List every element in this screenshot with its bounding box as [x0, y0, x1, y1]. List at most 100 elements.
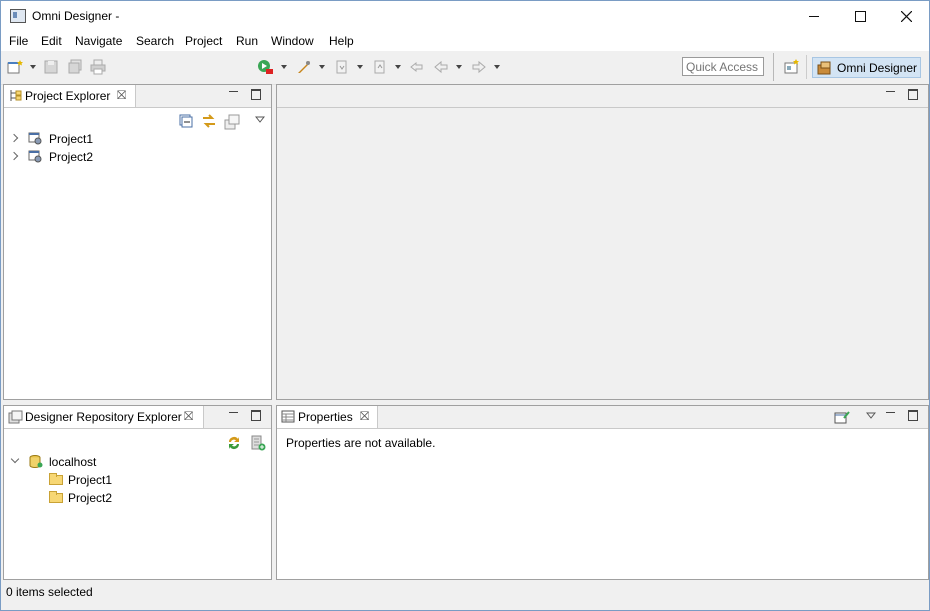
- quick-access-input[interactable]: [682, 57, 764, 76]
- minimize-view-icon[interactable]: [229, 91, 238, 92]
- project-explorer-icon: [10, 90, 22, 101]
- properties-panel: Properties ⛝ Properties are not availabl…: [276, 405, 929, 580]
- run-icon[interactable]: [257, 59, 273, 75]
- filter-icon[interactable]: [224, 114, 240, 130]
- forward-dropdown-icon[interactable]: [494, 65, 500, 69]
- deploy-icon[interactable]: [296, 59, 312, 75]
- title-bar: Omni Designer -: [1, 1, 929, 31]
- new-dropdown-icon[interactable]: [30, 65, 36, 69]
- editor-tabbar: [277, 85, 928, 108]
- menu-file[interactable]: File: [9, 34, 28, 48]
- maximize-view-icon[interactable]: [251, 89, 261, 100]
- deploy-dropdown-icon[interactable]: [319, 65, 325, 69]
- minimize-button[interactable]: [791, 1, 837, 31]
- maximize-view-icon[interactable]: [251, 410, 261, 421]
- menu-bar: File Edit Navigate Search Project Run Wi…: [1, 31, 929, 51]
- folder-icon: [49, 473, 63, 485]
- close-button[interactable]: [883, 1, 929, 31]
- editor-area: [276, 84, 929, 400]
- app-window: Omni Designer - File Edit Navigate Searc…: [0, 0, 930, 611]
- next-annotation-icon[interactable]: [334, 59, 350, 75]
- perspective-label: Omni Designer: [837, 61, 918, 75]
- tree-item-label: localhost: [49, 455, 97, 469]
- properties-message: Properties are not available.: [286, 436, 436, 450]
- back-icon[interactable]: [433, 59, 449, 75]
- back-dropdown-icon[interactable]: [456, 65, 462, 69]
- toolbar-separator: [773, 53, 774, 81]
- window-title: Omni Designer -: [32, 9, 120, 23]
- tree-item-project1[interactable]: Project1: [4, 130, 269, 148]
- maximize-view-icon[interactable]: [908, 410, 918, 421]
- tab-repository-explorer[interactable]: Designer Repository Explorer ⛝: [4, 406, 204, 428]
- main-toolbar: Omni Designer: [1, 51, 929, 85]
- tree-item-repo-project2[interactable]: Project2: [4, 489, 269, 507]
- pin-view-icon[interactable]: [834, 410, 850, 425]
- tree-item-repo-project1[interactable]: Project1: [4, 471, 269, 489]
- menu-project[interactable]: Project: [185, 34, 222, 48]
- properties-icon: [281, 410, 295, 423]
- next-annotation-dropdown-icon[interactable]: [357, 65, 363, 69]
- repository-explorer-icon: [8, 410, 23, 424]
- refresh-icon[interactable]: [226, 435, 242, 451]
- tree-item-label: Project1: [49, 132, 94, 146]
- minimize-editor-icon[interactable]: [886, 91, 895, 92]
- print-icon[interactable]: [90, 59, 106, 75]
- forward-icon[interactable]: [471, 59, 487, 75]
- perspective-separator: [806, 55, 807, 79]
- chevron-right-icon[interactable]: [9, 133, 19, 143]
- maximize-button[interactable]: [837, 1, 883, 31]
- prev-annotation-icon[interactable]: [372, 59, 388, 75]
- menu-search[interactable]: Search: [136, 34, 174, 48]
- close-tab-icon[interactable]: ⛝: [360, 409, 369, 424]
- collapse-all-icon[interactable]: [179, 114, 193, 128]
- save-all-icon[interactable]: [67, 59, 83, 75]
- tree-item-project2[interactable]: Project2: [4, 148, 269, 166]
- properties-tab-label: Properties: [298, 410, 353, 424]
- menu-edit[interactable]: Edit: [41, 34, 62, 48]
- app-icon: [10, 9, 26, 23]
- menu-help[interactable]: Help: [329, 34, 354, 48]
- run-dropdown-icon[interactable]: [281, 65, 287, 69]
- project-explorer-panel: Project Explorer ⛝ Project1 Project2: [3, 84, 272, 400]
- repository-explorer-tab-label: Designer Repository Explorer: [25, 410, 182, 424]
- tab-project-explorer[interactable]: Project Explorer ⛝: [4, 85, 136, 107]
- project-explorer-tab-label: Project Explorer: [25, 89, 111, 103]
- close-tab-icon[interactable]: ⛝: [184, 409, 193, 424]
- tree-item-label: Project2: [68, 491, 113, 505]
- save-icon[interactable]: [43, 59, 59, 75]
- minimize-icon: [809, 15, 819, 17]
- repository-explorer-panel: Designer Repository Explorer ⛝ localhost…: [3, 405, 272, 580]
- view-menu-icon[interactable]: [866, 412, 876, 420]
- minimize-view-icon[interactable]: [229, 412, 238, 413]
- chevron-right-icon[interactable]: [9, 151, 19, 161]
- repository-explorer-tabbar: Designer Repository Explorer ⛝: [4, 406, 271, 429]
- perspective-icon: [817, 61, 831, 75]
- maximize-icon: [854, 10, 866, 22]
- close-tab-icon[interactable]: ⛝: [117, 88, 126, 103]
- add-repository-icon[interactable]: [250, 435, 266, 451]
- chevron-down-icon[interactable]: [10, 454, 20, 464]
- status-bar-text: 0 items selected: [6, 585, 93, 599]
- maximize-editor-icon[interactable]: [908, 89, 918, 100]
- omni-designer-perspective-button[interactable]: Omni Designer: [812, 57, 921, 78]
- tree-item-localhost[interactable]: localhost: [4, 453, 269, 471]
- close-icon: [900, 10, 912, 22]
- open-perspective-icon[interactable]: [784, 59, 800, 75]
- link-with-editor-icon[interactable]: [201, 113, 217, 129]
- project-icon: [28, 132, 42, 145]
- view-menu-icon[interactable]: [255, 116, 265, 124]
- menu-navigate[interactable]: Navigate: [75, 34, 122, 48]
- tab-properties[interactable]: Properties ⛝: [277, 406, 378, 428]
- properties-tabbar: Properties ⛝: [277, 406, 928, 429]
- menu-run[interactable]: Run: [236, 34, 258, 48]
- last-edit-icon[interactable]: [409, 59, 425, 75]
- prev-annotation-dropdown-icon[interactable]: [395, 65, 401, 69]
- minimize-view-icon[interactable]: [886, 412, 895, 413]
- database-icon: [29, 455, 43, 468]
- folder-icon: [49, 491, 63, 503]
- tree-item-label: Project2: [49, 150, 94, 164]
- new-icon[interactable]: [7, 59, 23, 75]
- project-icon: [28, 150, 42, 163]
- menu-window[interactable]: Window: [271, 34, 314, 48]
- project-explorer-tabbar: Project Explorer ⛝: [4, 85, 271, 108]
